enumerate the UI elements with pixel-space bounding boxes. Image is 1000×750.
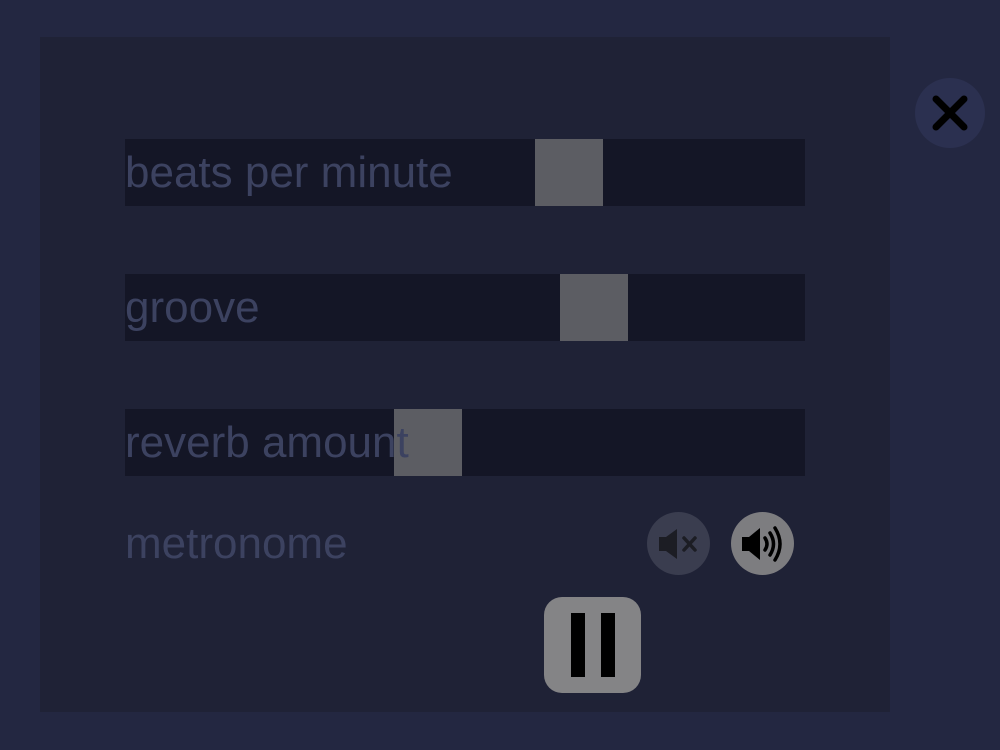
pause-icon-bar-right — [600, 613, 615, 677]
metronome-mute-button[interactable] — [647, 512, 710, 575]
metronome-sound-button[interactable] — [731, 512, 794, 575]
pause-icon-bar-left — [570, 613, 585, 677]
groove-slider-label: groove — [125, 282, 260, 332]
metronome-label: metronome — [125, 519, 348, 568]
reverb-slider-thumb[interactable] — [394, 409, 462, 476]
reverb-slider-label: reverb amount — [125, 417, 409, 467]
pause-button[interactable] — [544, 597, 641, 693]
groove-slider[interactable]: groove — [125, 274, 805, 341]
bpm-slider[interactable]: beats per minute — [125, 139, 805, 206]
bpm-slider-label: beats per minute — [125, 147, 453, 197]
reverb-slider[interactable]: reverb amount — [125, 409, 805, 476]
speaker-mute-icon — [658, 528, 697, 559]
groove-slider-thumb[interactable] — [560, 274, 628, 341]
close-button[interactable] — [915, 78, 985, 148]
speaker-sound-icon — [741, 525, 782, 562]
close-icon — [932, 95, 968, 131]
bpm-slider-thumb[interactable] — [535, 139, 603, 206]
